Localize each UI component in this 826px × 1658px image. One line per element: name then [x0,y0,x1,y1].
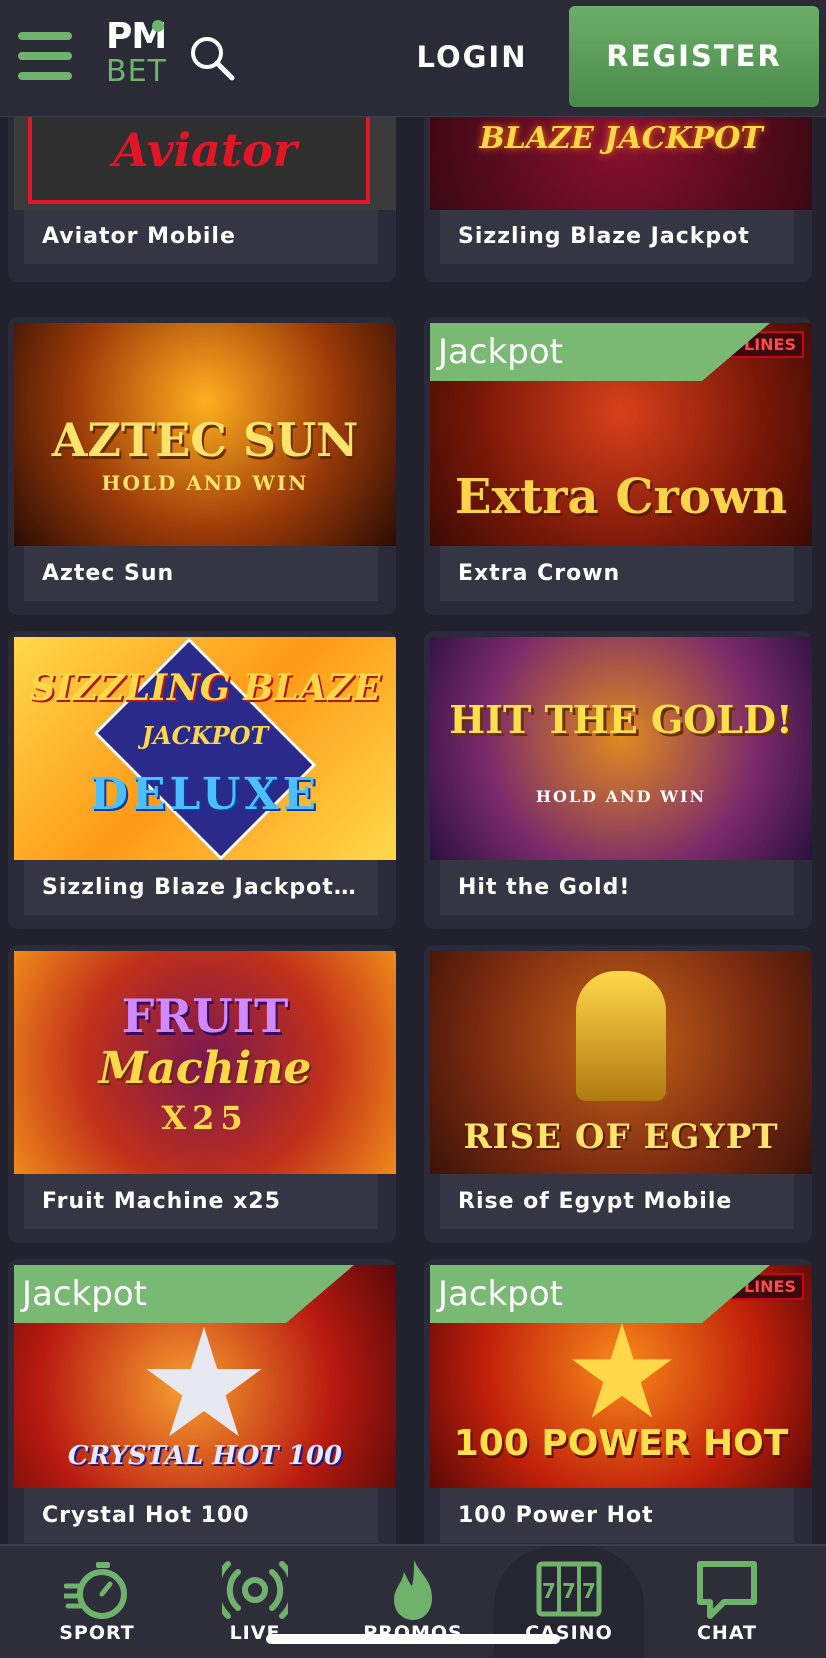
game-art-subtitle: HOLD AND WIN [101,471,309,495]
jackpot-badge: Jackpot [14,1265,354,1323]
game-title: Sizzling Blaze Jackpot [440,210,794,264]
game-card[interactable]: Aviator Aviator Mobile [8,107,396,282]
stopwatch-icon [64,1562,127,1619]
game-title: Sizzling Blaze Jackpot… [24,860,378,915]
game-art-tagline: DELUXE [89,769,321,820]
logo-dot [152,20,164,32]
register-button[interactable]: REGISTER [569,6,819,107]
logo-bottom-text: BET [106,54,167,89]
chat-bubble-icon [697,1561,757,1619]
nav-chat[interactable]: CHAT [652,1546,802,1658]
nav-label: SPORT [59,1622,135,1644]
game-card[interactable]: 100 LINES 100 POWER HOT Jackpot 100 Powe… [424,1259,812,1557]
svg-text:7: 7 [582,1579,596,1603]
game-art-tagline: X25 [161,1099,249,1137]
game-card[interactable]: HIT THE GOLD! HOLD AND WIN Hit the Gold! [424,631,812,929]
nav-label: CHAT [696,1622,758,1644]
game-thumbnail: RISE OF EGYPT [430,951,812,1174]
jackpot-badge: Jackpot [430,323,770,381]
game-thumbnail: SIZZLING BLAZE JACKPOT DELUXE [14,637,396,860]
game-art-title: FRUIT [121,989,289,1043]
game-thumbnail: AZTEC SUN HOLD AND WIN [14,323,396,546]
game-title: Extra Crown [440,546,794,601]
game-art-title: SIZZLING BLAZE [29,667,381,709]
game-art-title: Aviator [113,123,297,177]
game-card[interactable]: AZTEC SUN HOLD AND WIN Aztec Sun [8,317,396,615]
game-title: Aztec Sun [24,546,378,601]
game-card[interactable]: 40 LINES Extra Crown Jackpot Extra Crown [424,317,812,615]
game-card[interactable]: CRYSTAL HOT 100 Jackpot Crystal Hot 100 [8,1259,396,1557]
live-signal-icon [222,1561,288,1619]
game-thumbnail: BLAZE JACKPOT [430,107,812,210]
game-card[interactable]: RISE OF EGYPT Rise of Egypt Mobile [424,945,812,1243]
game-title: Aviator Mobile [24,210,378,264]
game-art-subtitle: HOLD AND WIN [535,787,707,806]
jackpot-badge: Jackpot [430,1265,770,1323]
game-title: Fruit Machine x25 [24,1174,378,1229]
game-art-subtitle: Machine [98,1043,312,1094]
game-thumbnail: HIT THE GOLD! HOLD AND WIN [430,637,812,860]
game-art-title: Extra Crown [454,469,788,525]
search-icon[interactable] [188,34,236,82]
login-button[interactable]: LOGIN [402,32,542,82]
game-art-title: HIT THE GOLD! [449,697,793,742]
top-header: PM BET LOGIN REGISTER [0,0,826,117]
game-title: 100 Power Hot [440,1488,794,1543]
game-card[interactable]: FRUIT Machine X25 Fruit Machine x25 [8,945,396,1243]
home-indicator[interactable] [266,1634,560,1644]
game-title: Hit the Gold! [440,860,794,915]
game-thumbnail: Aviator [14,107,396,210]
game-art-title: RISE OF EGYPT [463,1117,779,1157]
pmbet-logo[interactable]: PM BET [106,18,168,94]
game-card[interactable]: BLAZE JACKPOT Sizzling Blaze Jackpot [424,107,812,282]
game-art-subtitle: JACKPOT [141,721,269,750]
game-title: Rise of Egypt Mobile [440,1174,794,1229]
flame-icon [394,1560,432,1620]
game-thumbnail: FRUIT Machine X25 [14,951,396,1174]
svg-text:7: 7 [542,1579,556,1603]
game-thumbnail: 40 LINES Extra Crown Jackpot [430,323,812,546]
game-thumbnail: 100 LINES 100 POWER HOT Jackpot [430,1265,812,1488]
menu-icon[interactable] [18,32,72,80]
game-thumbnail: CRYSTAL HOT 100 Jackpot [14,1265,396,1488]
game-art-title: AZTEC SUN [51,413,359,467]
game-title: Crystal Hot 100 [24,1488,378,1543]
game-art-title: CRYSTAL HOT 100 [67,1441,343,1471]
svg-text:7: 7 [562,1579,576,1603]
game-card[interactable]: SIZZLING BLAZE JACKPOT DELUXE Sizzling B… [8,631,396,929]
slot-machine-icon: 7 7 7 [536,1561,602,1617]
nav-sport[interactable]: SPORT [22,1546,172,1658]
game-art-title: 100 POWER HOT [453,1423,789,1464]
casino-page: PM BET LOGIN REGISTER Aviator Aviator Mo… [0,0,826,1658]
game-art-title: BLAZE JACKPOT [479,121,763,156]
